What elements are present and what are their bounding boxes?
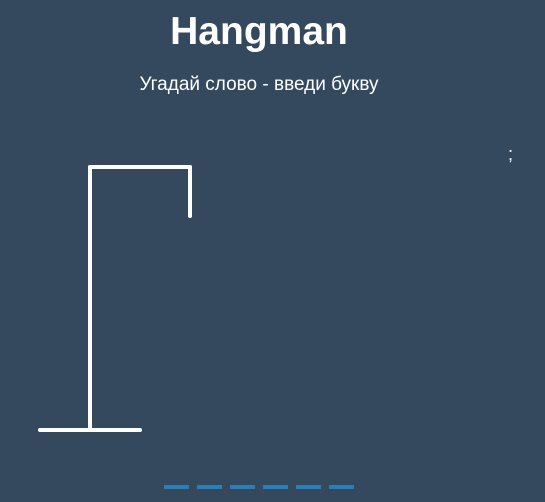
word-slots [0, 484, 518, 492]
letter-slot [329, 485, 354, 489]
letter-slot [164, 485, 189, 489]
letter-slot [197, 485, 222, 489]
gallows-drawing [38, 165, 192, 432]
letter-slot [263, 485, 288, 489]
letter-slot [230, 485, 255, 489]
letter-slot [296, 485, 321, 489]
